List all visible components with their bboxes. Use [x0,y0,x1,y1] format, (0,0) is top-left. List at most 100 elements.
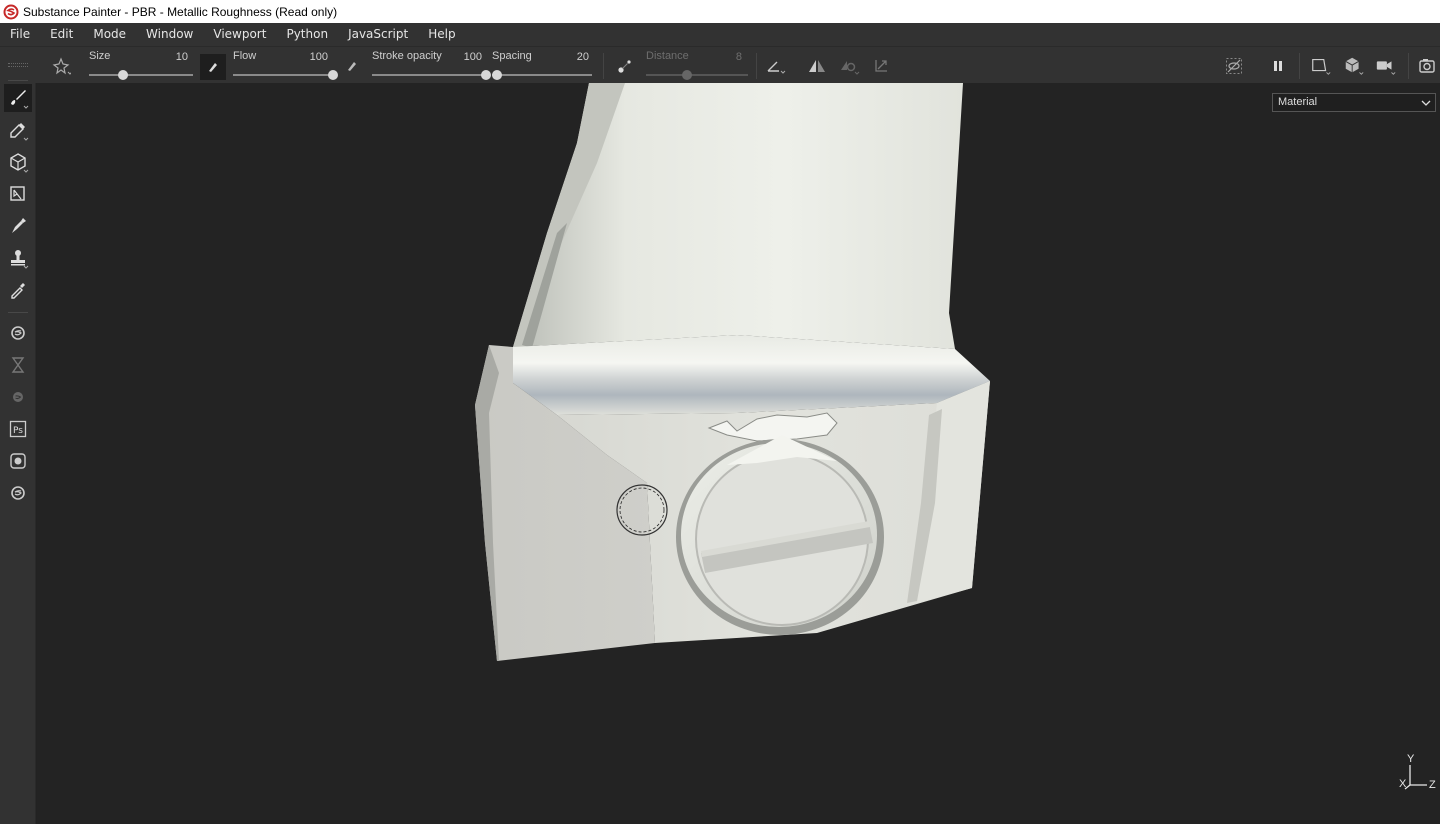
pen-pressure-icon [348,62,356,71]
model-bevel-band [513,335,990,415]
viewport-mode-button[interactable] [1310,55,1332,77]
symmetry-settings-button [838,55,860,77]
menu-mode[interactable]: Mode [83,23,136,46]
menu-window[interactable]: Window [136,23,203,46]
viewport-channel-value: Material [1278,96,1318,108]
smudge-icon [12,218,26,233]
size-slider-track[interactable] [89,74,193,76]
flow-slider-track[interactable] [233,74,333,76]
size-slider-knob[interactable] [118,70,129,80]
polygon-fill-tool[interactable] [4,180,32,208]
polygon-fill-icon [10,186,25,201]
photoshop-icon: Ps [9,420,27,438]
menu-viewport[interactable]: Viewport [203,23,276,46]
flow-slider-knob[interactable] [328,70,338,80]
distance-slider-track [646,74,748,76]
stroke-opacity-slider-track[interactable] [372,74,486,76]
axis-label-y: Y [1407,753,1415,765]
viewport-channel-dropdown[interactable]: Material [1272,93,1436,112]
clone-tool[interactable] [4,244,32,272]
transform-icon [875,60,887,72]
symmetry-settings-icon [841,61,860,75]
hourglass-icon [11,357,25,373]
brush-icon [11,90,29,109]
distance-slider-knob [681,70,692,80]
pause-icon [1274,61,1282,71]
alignment-button[interactable] [765,55,787,77]
pen-pressure-icon [209,63,217,72]
stroke-opacity-label: Stroke opacity [372,50,442,62]
tools-separator [8,312,28,313]
photoshop-tool[interactable]: Ps [4,415,32,443]
window-title: Substance Painter - PBR - Metallic Rough… [23,4,338,19]
substance-share-tool[interactable] [4,479,32,507]
3d-viewport[interactable]: Material Y X Z [37,83,1440,824]
projection-tool[interactable] [4,148,32,176]
flow-pressure-button[interactable] [341,55,363,77]
3d-view-button[interactable] [1343,55,1365,77]
share-tool[interactable] [4,447,32,475]
toolbar-separator [603,53,604,79]
menu-javascript[interactable]: JavaScript [338,23,418,46]
size-label: Size [89,50,111,62]
menu-help[interactable]: Help [418,23,465,46]
cube-projection-icon [10,153,29,173]
transform-button [870,55,892,77]
axis-gizmo: Y X Z [1397,753,1439,795]
toolbar-separator [1299,53,1300,79]
eraser-tool[interactable] [4,116,32,144]
eyedropper-icon [11,283,25,299]
title-bar: Substance Painter - PBR - Metallic Rough… [0,0,1440,23]
2d-view-icon [1312,58,1331,75]
spacing-slider-knob[interactable] [492,70,502,80]
menu-file[interactable]: File [0,23,40,46]
brush-preset-icon [52,57,71,75]
spacing-slider-track[interactable] [492,74,592,76]
svg-text:Ps: Ps [13,426,23,436]
distance-label: Distance [646,50,689,62]
stroke-opacity-slider-knob[interactable] [481,70,491,80]
flow-value[interactable]: 100 [300,51,328,63]
substance-dim-icon [13,392,23,402]
toolbar-grip[interactable] [8,63,28,67]
lazy-mouse-icon [618,60,631,73]
size-pressure-button[interactable] [200,54,226,80]
cube-icon [1345,57,1364,75]
toolbar-separator [1408,53,1409,79]
lazy-mouse-button[interactable] [614,55,636,77]
3d-model-mesh[interactable] [37,83,1440,824]
screenshot-button[interactable] [1416,55,1438,77]
substance-gear-icon [11,326,25,340]
substance-tool [4,383,32,411]
eraser-icon [10,123,29,141]
camera-button[interactable] [1375,55,1397,77]
color-picker-tool[interactable] [4,276,32,304]
hidden-eye-icon [1226,58,1242,74]
menu-bar: File Edit Mode Window Viewport Python Ja… [0,23,1440,46]
hourglass-tool [4,351,32,379]
axis-label-z: Z [1429,779,1436,791]
model-upper-face [513,83,963,349]
clone-stamp-icon [11,250,29,269]
paint-tool[interactable] [4,84,32,112]
smudge-tool[interactable] [4,212,32,240]
distance-value: 8 [735,51,742,63]
substance-share-icon [11,486,25,500]
bake-tool[interactable] [4,319,32,347]
hide-ui-button[interactable] [1223,55,1245,77]
spacing-value[interactable]: 20 [561,51,589,63]
menu-edit[interactable]: Edit [40,23,83,46]
camera-icon [1419,59,1435,73]
stroke-opacity-value[interactable]: 100 [454,51,482,63]
video-camera-icon [1376,61,1396,75]
size-value[interactable]: 10 [160,51,188,63]
flow-label: Flow [233,50,257,62]
menu-python[interactable]: Python [276,23,338,46]
pause-render-button[interactable] [1267,55,1289,77]
toolbar-separator [756,53,757,79]
symmetry-button[interactable] [806,55,828,77]
tools-sidebar: Ps [0,80,36,824]
substance-painter-logo-icon [3,4,19,19]
brush-preset-button[interactable] [50,55,72,77]
tool-properties-bar: Size 10 Flow 100 Stroke opacity 100 Spac… [0,46,1440,83]
